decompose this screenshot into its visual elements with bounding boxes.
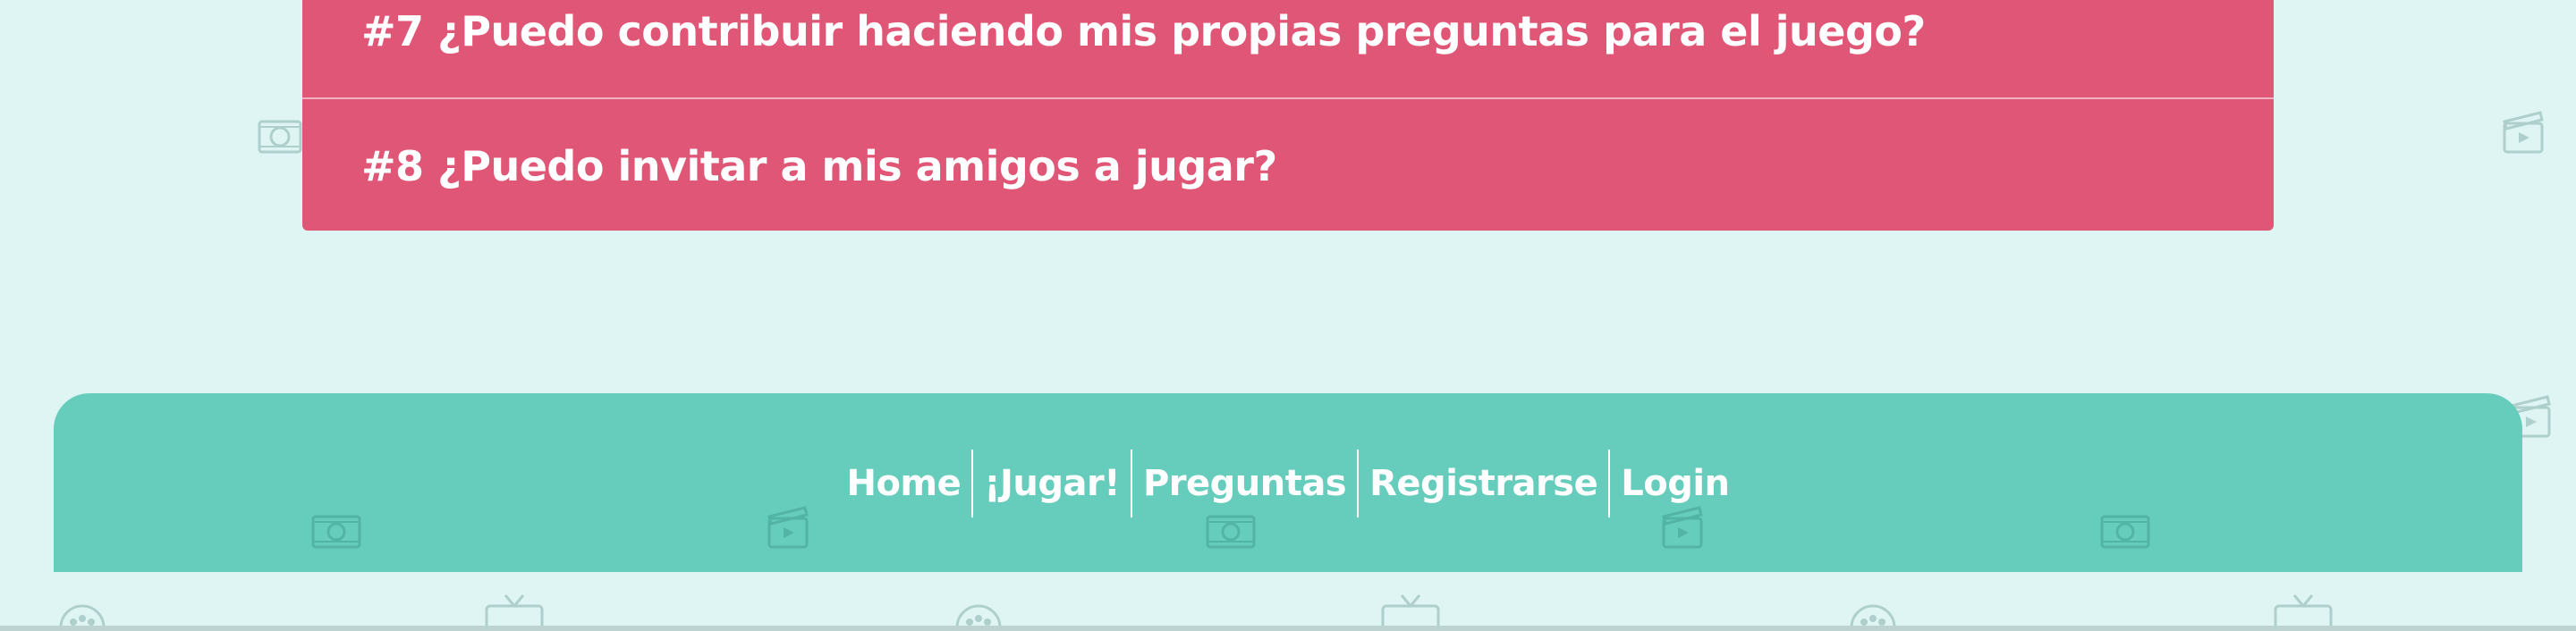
page-bottom-border [0, 626, 2576, 631]
faq-question-title: #7 ¿Puedo contribuir haciendo mis propia… [361, 7, 1926, 55]
faq-accordion: #7 ¿Puedo contribuir haciendo mis propia… [302, 0, 2274, 231]
nav-link-login[interactable]: Login [1610, 463, 1740, 504]
film-reel-icon [311, 513, 361, 551]
film-reel-icon [258, 118, 302, 156]
faq-item-7[interactable]: #7 ¿Puedo contribuir haciendo mis propia… [302, 0, 2274, 97]
footer-nav: Home ¡Jugar! Preguntas Registrarse Login [54, 449, 2522, 518]
nav-link-registrarse[interactable]: Registrarse [1359, 463, 1608, 504]
film-reel-icon [1206, 513, 1256, 551]
faq-question-title: #8 ¿Puedo invitar a mis amigos a jugar? [361, 141, 1277, 190]
faq-item-8[interactable]: #8 ¿Puedo invitar a mis amigos a jugar? [302, 97, 2274, 231]
nav-link-preguntas[interactable]: Preguntas [1132, 463, 1357, 504]
footer: Home ¡Jugar! Preguntas Registrarse Login [54, 393, 2522, 572]
clapperboard-icon [2501, 105, 2546, 156]
nav-link-jugar[interactable]: ¡Jugar! [973, 463, 1131, 504]
nav-link-home[interactable]: Home [835, 463, 971, 504]
film-reel-icon [2100, 513, 2150, 551]
